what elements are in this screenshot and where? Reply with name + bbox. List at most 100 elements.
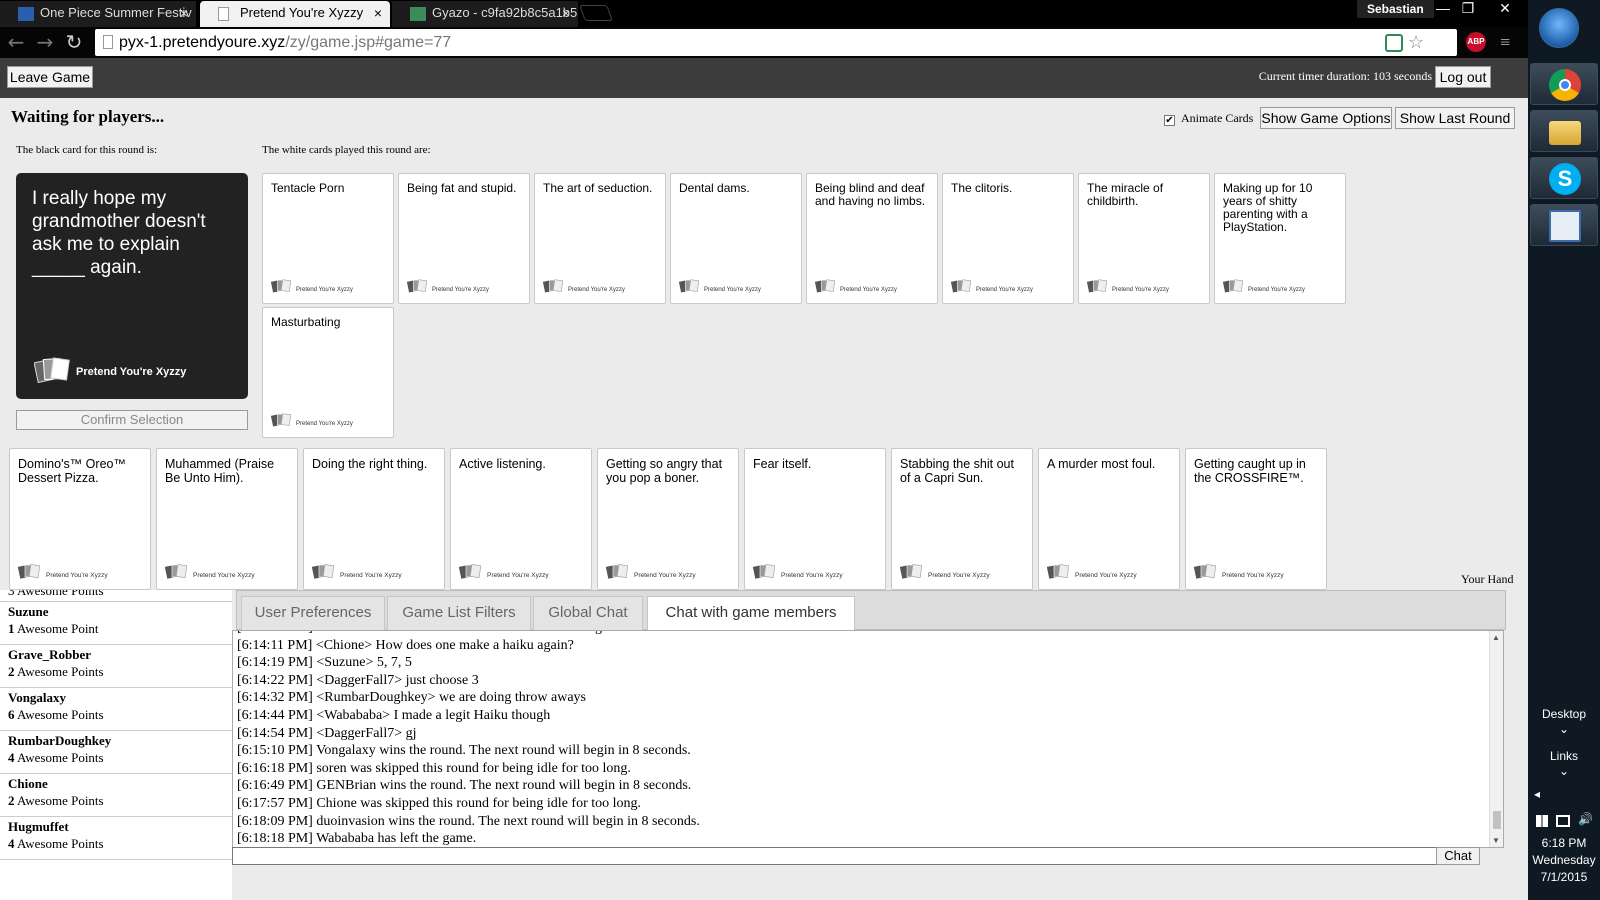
- links-toolbar-label[interactable]: Links: [1528, 749, 1600, 763]
- card-text: Masturbating: [271, 315, 341, 329]
- desktop-toolbar-label[interactable]: Desktop: [1528, 707, 1600, 721]
- card-watermark: Pretend You're Xyzzy: [296, 287, 353, 293]
- address-bar[interactable]: pyx-1.pretendyoure.xyz/zy/game.jsp#game=…: [95, 29, 1457, 56]
- card-text: The miracle of childbirth.: [1087, 181, 1164, 208]
- network-icon[interactable]: [1556, 815, 1570, 827]
- clock-day[interactable]: Wednesday: [1528, 853, 1600, 867]
- hand-white-card[interactable]: Getting so angry that you pop a boner. Pr…: [597, 448, 739, 590]
- hand-white-card[interactable]: Muhammed (Praise Be Unto Him). Pretend Yo…: [156, 448, 298, 590]
- card-deck-logo-icon: [815, 279, 835, 293]
- show-last-round-button[interactable]: Show Last Round: [1395, 107, 1515, 129]
- clock-time[interactable]: 6:18 PM: [1528, 836, 1600, 850]
- card-text: Stabbing the shit out of a Capri Sun.: [900, 457, 1014, 485]
- tab-close-icon[interactable]: ×: [562, 1, 570, 25]
- white-cards-label: The white cards played this round are:: [262, 144, 431, 156]
- tray-expand-icon[interactable]: ◂: [1534, 787, 1540, 801]
- card-deck-logo-icon: [18, 564, 40, 579]
- played-white-card[interactable]: Masturbating Pretend You're Xyzzy: [262, 307, 394, 438]
- chat-log[interactable]: [6:13:40 PM] Wabababa wins the round. Th…: [232, 630, 1504, 848]
- browser-tab-pyx[interactable]: Pretend You're Xyzzy ×: [200, 1, 390, 27]
- new-tab-button[interactable]: [579, 5, 613, 21]
- hand-white-card[interactable]: A murder most foul. Pretend You're Xyzzy: [1038, 448, 1180, 590]
- reload-icon[interactable]: ↻: [62, 30, 86, 54]
- card-watermark: Pretend You're Xyzzy: [1248, 287, 1305, 293]
- taskbar-chrome[interactable]: [1530, 63, 1598, 105]
- start-orb-icon[interactable]: [1539, 8, 1579, 48]
- chrome-menu-icon[interactable]: ≡: [1500, 33, 1516, 51]
- played-white-card[interactable]: The art of seduction. Pretend You're Xyzz…: [534, 173, 666, 304]
- taskbar-explorer[interactable]: [1530, 110, 1598, 152]
- tab-chat-with-game-members[interactable]: Chat with game members: [647, 596, 855, 631]
- player-score: 4 Awesome Points: [8, 835, 224, 852]
- played-white-card[interactable]: Making up for 10 years of shitty parenti…: [1214, 173, 1346, 304]
- played-white-card[interactable]: Being fat and stupid. Pretend You're Xyzz…: [398, 173, 530, 304]
- tab-user-preferences[interactable]: User Preferences: [241, 596, 385, 630]
- animate-checkbox[interactable]: ✔: [1164, 115, 1175, 126]
- clock-date[interactable]: 7/1/2015: [1528, 870, 1600, 884]
- chat-send-button[interactable]: Chat: [1436, 847, 1480, 865]
- played-white-card[interactable]: Dental dams. Pretend You're Xyzzy: [670, 173, 802, 304]
- hand-white-card[interactable]: Active listening. Pretend You're Xyzzy: [450, 448, 592, 590]
- browser-tab-gyazo[interactable]: Gyazo - c9fa92b8c5a1b51 ×: [392, 1, 578, 27]
- hand-white-card[interactable]: Fear itself. Pretend You're Xyzzy: [744, 448, 886, 590]
- hand-white-card[interactable]: Domino's™ Oreo™ Dessert Pizza. Pretend Yo…: [9, 448, 151, 590]
- minimize-button[interactable]: —: [1430, 0, 1456, 18]
- scroll-down-icon[interactable]: ▼: [1492, 836, 1500, 845]
- score-unit: Awesome Points: [17, 707, 104, 722]
- logout-button[interactable]: Log out: [1435, 66, 1491, 88]
- card-watermark: Pretend You're Xyzzy: [1112, 287, 1169, 293]
- player-score: 1 Awesome Point: [8, 620, 224, 637]
- played-white-card[interactable]: Tentacle Porn Pretend You're Xyzzy: [262, 173, 394, 304]
- taskbar-editor[interactable]: [1530, 204, 1598, 246]
- forward-arrow-icon[interactable]: →: [33, 30, 57, 54]
- score-value: 4: [8, 750, 15, 765]
- scroll-up-icon[interactable]: ▲: [1492, 633, 1500, 642]
- tab-game-list-filters[interactable]: Game List Filters: [387, 596, 531, 630]
- leave-game-button[interactable]: Leave Game: [7, 66, 93, 88]
- card-watermark: Pretend You're Xyzzy: [928, 572, 990, 579]
- black-card-label: The black card for this round is:: [16, 144, 158, 156]
- card-text: The art of seduction.: [543, 181, 653, 195]
- chat-lines: [6:13:40 PM] Wabababa wins the round. Th…: [237, 631, 700, 847]
- taskbar-skype[interactable]: S: [1530, 157, 1598, 199]
- browser-toolbar: ← → ↻ pyx-1.pretendyoure.xyz/zy/game.jsp…: [0, 27, 1528, 58]
- animate-cards-toggle[interactable]: ✔ Animate Cards: [1164, 111, 1253, 126]
- url-host: pyx-1.pretendyoure.xyz: [119, 34, 286, 51]
- close-window-button[interactable]: ✕: [1486, 0, 1524, 18]
- browser-tab-one-piece[interactable]: One Piece Summer Festiv ×: [0, 1, 196, 27]
- tab-global-chat[interactable]: Global Chat: [533, 596, 643, 630]
- confirm-selection-button[interactable]: Confirm Selection: [16, 410, 248, 430]
- adblock-icon[interactable]: ABP: [1466, 32, 1486, 52]
- tab-close-icon[interactable]: ×: [180, 1, 188, 25]
- played-white-card[interactable]: Being blind and deaf and having no limbs…: [806, 173, 938, 304]
- played-white-card[interactable]: The clitoris. Pretend You're Xyzzy: [942, 173, 1074, 304]
- chat-input[interactable]: [232, 847, 1437, 865]
- tab-close-icon[interactable]: ×: [374, 1, 382, 25]
- bookmark-star-icon[interactable]: ☆: [1408, 33, 1426, 52]
- score-unit: Awesome Point: [17, 621, 99, 636]
- hand-white-card[interactable]: Doing the right thing. Pretend You're Xyz…: [303, 448, 445, 590]
- played-white-card[interactable]: The miracle of childbirth. Pretend You're…: [1078, 173, 1210, 304]
- card-deck-logo-icon: [543, 279, 563, 293]
- maximize-button[interactable]: ❐: [1455, 0, 1481, 18]
- scoreboard-row: Suzune 1 Awesome Point: [0, 602, 232, 645]
- chat-message: [6:14:19 PM] <Suzune> 5, 7, 5: [237, 655, 412, 671]
- back-arrow-icon[interactable]: ←: [4, 30, 28, 54]
- hand-white-card[interactable]: Stabbing the shit out of a Capri Sun. Pre…: [891, 448, 1033, 590]
- chevron-down-icon[interactable]: ⌄: [1528, 764, 1600, 778]
- player-score: 6 Awesome Points: [8, 706, 224, 723]
- extension-icon[interactable]: [1385, 34, 1403, 52]
- scoreboard: 3 Awesome Points Suzune 1 Awesome Point Gr…: [0, 590, 232, 900]
- volume-icon[interactable]: 🔊: [1578, 812, 1593, 826]
- show-game-options-button[interactable]: Show Game Options: [1260, 107, 1392, 129]
- action-center-flag-icon[interactable]: [1536, 815, 1548, 827]
- chat-scrollbar[interactable]: ▲ ▼: [1489, 631, 1503, 847]
- profile-name[interactable]: Sebastian: [1357, 0, 1434, 18]
- tab-title: One Piece Summer Festiv: [40, 5, 192, 20]
- site-favicon-icon: [18, 7, 34, 21]
- chevron-down-icon[interactable]: ⌄: [1528, 722, 1600, 736]
- scroll-thumb[interactable]: [1493, 811, 1501, 829]
- hand-white-card[interactable]: Getting caught up in the CROSSFIRE™. Pret…: [1185, 448, 1327, 590]
- player-name: Hugmuffet: [8, 819, 69, 834]
- player-name: Grave_Robber: [8, 647, 92, 662]
